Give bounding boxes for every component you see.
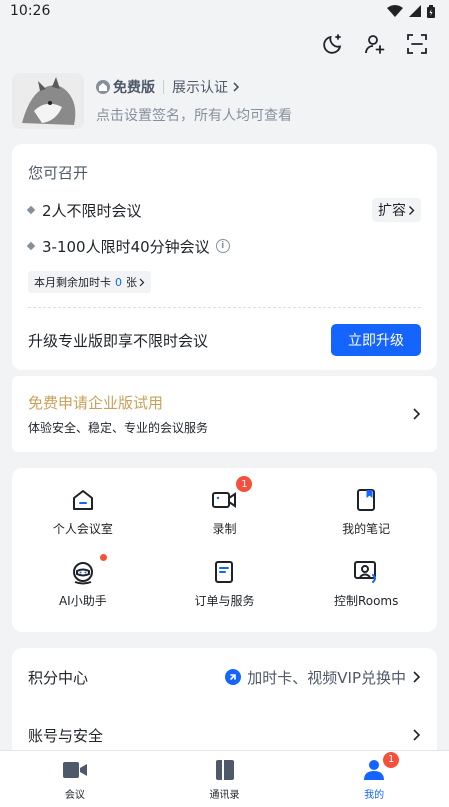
wifi-icon bbox=[387, 5, 403, 17]
certify-link[interactable]: 展示认证 bbox=[172, 77, 240, 97]
grid-label: 我的笔记 bbox=[342, 522, 391, 536]
upgrade-text: 升级专业版即享不限时会议 bbox=[28, 331, 209, 350]
points-promo-text: 加时卡、视频VIP兑换中 bbox=[247, 668, 406, 687]
info-icon[interactable]: i bbox=[215, 239, 230, 253]
status-bar: 10:26 bbox=[0, 0, 449, 22]
signal-icon bbox=[409, 5, 421, 17]
rooms-icon bbox=[352, 558, 380, 586]
profile-header[interactable]: 免费版 展示认证 点击设置签名，所有人均可查看 bbox=[12, 72, 437, 130]
tab-mine[interactable]: 1 我的 bbox=[299, 751, 449, 807]
chevron-right-icon bbox=[139, 278, 145, 286]
notebook-icon bbox=[352, 486, 380, 514]
status-icons bbox=[387, 4, 435, 18]
chevron-right-icon bbox=[413, 729, 421, 741]
capability-item-label: 3-100人限时40分钟会议 bbox=[42, 237, 210, 256]
trial-text: 免费申请企业版试用 体验安全、稳定、专业的会议服务 bbox=[28, 392, 208, 436]
robot-icon bbox=[69, 554, 107, 586]
expand-button[interactable]: 扩容 bbox=[372, 198, 421, 222]
enterprise-trial-card[interactable]: 免费申请企业版试用 体验安全、稳定、专业的会议服务 bbox=[12, 376, 437, 452]
capability-item-label: 2人不限时会议 bbox=[42, 201, 142, 220]
plan-label: 免费版 bbox=[113, 80, 155, 96]
tab-label: 会议 bbox=[64, 789, 85, 801]
contacts-book-icon bbox=[212, 758, 238, 782]
plan-badge: 免费版 bbox=[96, 77, 155, 97]
battery-icon bbox=[427, 4, 435, 18]
avatar-image bbox=[12, 73, 84, 129]
scan-button[interactable] bbox=[403, 30, 431, 58]
capability-title: 您可召开 bbox=[28, 164, 89, 182]
notification-dot bbox=[99, 554, 107, 561]
list-item-label: 账号与安全 bbox=[28, 726, 104, 745]
video-camera-icon bbox=[62, 758, 88, 782]
chevron-right-icon bbox=[413, 671, 421, 683]
trial-title: 免费申请企业版试用 bbox=[28, 394, 164, 412]
top-actions bbox=[319, 30, 431, 58]
chevron-right-icon bbox=[413, 408, 421, 420]
chevron-right-icon bbox=[233, 82, 240, 92]
add-contact-button[interactable] bbox=[361, 30, 389, 58]
expand-label: 扩容 bbox=[378, 203, 406, 219]
bullet-icon bbox=[26, 241, 36, 251]
chevron-right-icon bbox=[409, 205, 415, 215]
avatar[interactable] bbox=[12, 73, 84, 129]
list-item-label: 积分中心 bbox=[28, 668, 89, 687]
trial-subtitle: 体验安全、稳定、专业的会议服务 bbox=[28, 421, 209, 435]
grid-item-ai-assistant[interactable]: AI小助手 bbox=[12, 554, 154, 614]
status-time: 10:26 bbox=[10, 3, 51, 19]
remain-prefix: 本月剩余加时卡 bbox=[34, 276, 111, 289]
grid-item-notes[interactable]: 我的笔记 bbox=[295, 486, 437, 542]
remaining-cards-link[interactable]: 本月剩余加时卡 0 张 bbox=[28, 271, 151, 293]
capability-item-unlimited: 2人不限时会议 扩容 bbox=[26, 195, 421, 225]
tab-label: 我的 bbox=[364, 789, 385, 801]
upgrade-button[interactable]: 立即升级 bbox=[331, 324, 421, 356]
grid-label: AI小助手 bbox=[58, 594, 107, 608]
points-promo: 加时卡、视频VIP兑换中 bbox=[225, 667, 421, 688]
meeting-capability-card: 您可召开 2人不限时会议 扩容 3-100人限时40分钟会议 i 本月剩余加时卡… bbox=[12, 144, 437, 370]
grid-label: 个人会议室 bbox=[52, 522, 113, 536]
grid-item-orders[interactable]: 订单与服务 bbox=[154, 558, 296, 614]
grid-item-record[interactable]: 1 录制 bbox=[154, 476, 296, 542]
grid-item-rooms[interactable]: 控制Rooms bbox=[295, 558, 437, 614]
notification-badge: 1 bbox=[383, 751, 400, 768]
feature-grid: 个人会议室 1 录制 我的笔记 AI小助手 订单与服务 控制Rooms bbox=[12, 476, 437, 614]
divider bbox=[163, 80, 164, 94]
plan-row: 免费版 展示认证 bbox=[96, 77, 292, 97]
capability-item-limited: 3-100人限时40分钟会议 i bbox=[26, 231, 421, 261]
dark-mode-button[interactable] bbox=[319, 30, 347, 58]
scan-icon bbox=[407, 34, 427, 54]
list-item-points-center[interactable]: 积分中心 加时卡、视频VIP兑换中 bbox=[28, 648, 421, 706]
add-user-icon bbox=[365, 35, 385, 54]
remain-suffix: 张 bbox=[126, 276, 137, 289]
grid-item-personal-room[interactable]: 个人会议室 bbox=[12, 486, 154, 542]
bottom-tab-bar: 会议 通讯录 1 我的 bbox=[0, 750, 449, 807]
video-record-icon: 1 bbox=[210, 476, 253, 514]
grid-label: 控制Rooms bbox=[333, 594, 399, 608]
points-coin-icon bbox=[225, 669, 242, 685]
bullet-icon bbox=[26, 205, 36, 215]
feature-grid-card: 个人会议室 1 录制 我的笔记 AI小助手 订单与服务 控制Rooms bbox=[12, 468, 437, 632]
grid-label: 订单与服务 bbox=[194, 594, 255, 608]
grid-label: 录制 bbox=[212, 522, 237, 536]
profile-info: 免费版 展示认证 点击设置签名，所有人均可查看 bbox=[96, 77, 292, 125]
notification-badge: 1 bbox=[236, 476, 253, 492]
upgrade-row: 升级专业版即享不限时会议 立即升级 bbox=[28, 308, 421, 372]
tab-label: 通讯录 bbox=[209, 789, 240, 801]
house-plan-icon bbox=[96, 80, 110, 94]
home-icon bbox=[69, 486, 97, 514]
remain-count: 0 bbox=[115, 275, 122, 289]
tab-meeting[interactable]: 会议 bbox=[0, 751, 150, 807]
user-icon: 1 bbox=[361, 751, 400, 782]
signature-text[interactable]: 点击设置签名，所有人均可查看 bbox=[96, 105, 292, 125]
tab-contacts[interactable]: 通讯录 bbox=[150, 751, 300, 807]
moon-icon bbox=[323, 34, 342, 54]
certify-label: 展示认证 bbox=[172, 80, 228, 96]
order-document-icon bbox=[210, 558, 238, 586]
